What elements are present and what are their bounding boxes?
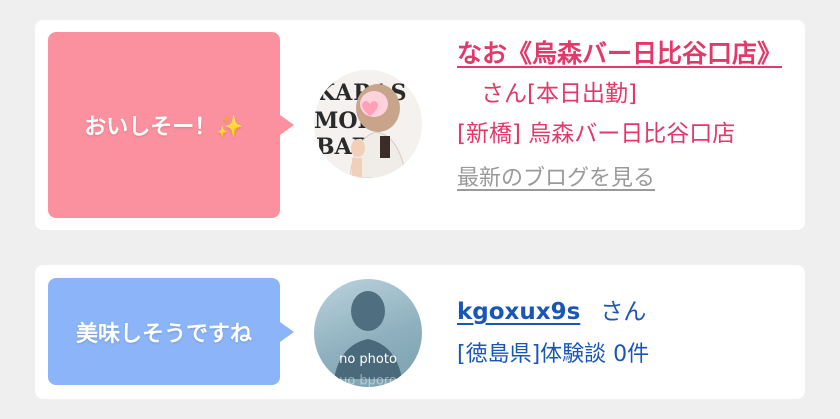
user-stats: [徳島県]体験談 0件 (457, 336, 785, 368)
shop-area: [新橋] 烏森バー日比谷口店 (457, 114, 785, 154)
attendance-status: [本日出勤] (527, 81, 637, 107)
avatar[interactable]: KARAS MOR BAR nǝaoɔsɐ (314, 70, 422, 178)
no-photo-icon: no photo no photo (334, 291, 402, 387)
comment-card: おいしそー！✨ KARAS MOR BAR nǝaoɔsɐ なお《烏森バー日比谷… (35, 20, 805, 230)
comment-bubble: おいしそー！✨ (48, 32, 294, 218)
comment-card: 美味しそうですね no photo no photo kgoxux9s さん [徳… (35, 265, 805, 399)
avatar[interactable]: no photo no photo (314, 279, 422, 387)
comment-text: 美味しそうですね (75, 321, 252, 347)
latest-blog-link[interactable]: 最新のブログを見る (457, 160, 655, 192)
review-count: 体験談 0件 (540, 342, 650, 367)
area-label: [徳島県] (457, 342, 541, 367)
author-name-link[interactable]: なお《烏森バー日比谷口店》 (457, 39, 782, 68)
comment-bubble: 美味しそうですね (48, 278, 294, 385)
honorific: さん (481, 81, 527, 107)
no-photo-label: no photo (339, 352, 397, 367)
honorific: さん (600, 299, 647, 325)
post-author-info: なお《烏森バー日比谷口店》さん[本日出勤] [新橋] 烏森バー日比谷口店 最新の… (457, 34, 785, 192)
shop-name: 烏森バー日比谷口店 (528, 121, 736, 147)
comment-text: おいしそー！✨ (84, 115, 244, 140)
post-author-info: kgoxux9s さん [徳島県]体験談 0件 (457, 292, 785, 368)
username-link[interactable]: kgoxux9s (457, 299, 580, 325)
avatar-photo: KARAS MOR BAR nǝaoɔsɐ (314, 70, 422, 178)
area-label: [新橋] (457, 121, 521, 147)
no-photo-reflection: no photo (339, 373, 397, 387)
